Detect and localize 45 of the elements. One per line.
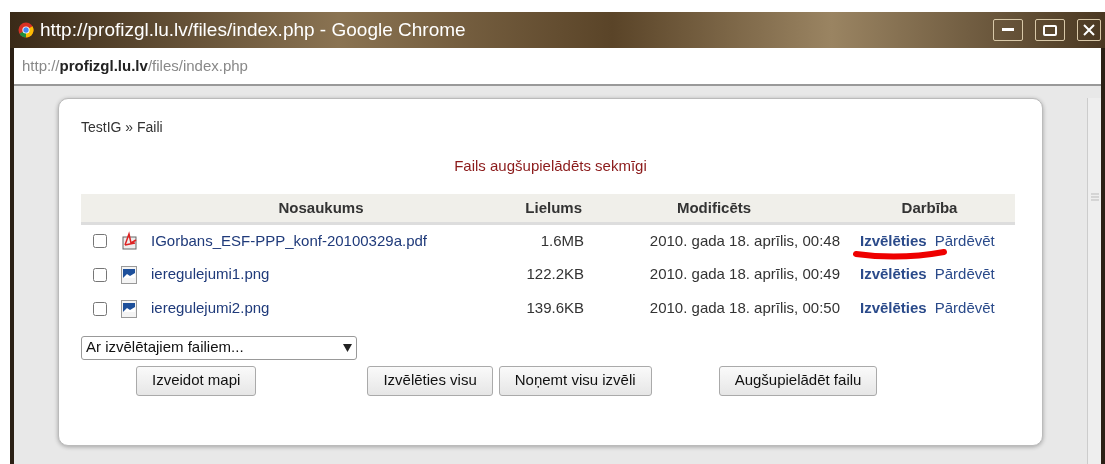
dropdown-arrow-icon bbox=[343, 343, 352, 352]
choose-link[interactable]: Izvēlēties bbox=[860, 230, 927, 253]
maximize-button[interactable] bbox=[1035, 19, 1065, 41]
image-file-icon bbox=[121, 299, 137, 318]
modified-date: 2010. gada 18. aprīlis, 00:50 bbox=[649, 299, 840, 317]
column-header: Nosaukums bbox=[151, 193, 491, 224]
close-icon bbox=[1083, 24, 1095, 36]
file-name-link[interactable]: ieregulejumi1.png bbox=[151, 265, 270, 283]
file-size: 122.2KB bbox=[526, 265, 584, 283]
window-title: http://profizgl.lu.lv/files/index.php - Google Chrome bbox=[40, 17, 466, 42]
column-header: Darbība bbox=[844, 193, 1015, 224]
choose-link[interactable]: Izvēlēties bbox=[860, 297, 927, 320]
minimize-button[interactable] bbox=[993, 19, 1023, 41]
row-checkbox[interactable] bbox=[93, 267, 107, 282]
file-name-link[interactable]: IGorbans_ESF-PPP_konf-20100329a.pdf bbox=[151, 232, 427, 249]
minimize-icon bbox=[1002, 28, 1014, 32]
action-button[interactable]: Izveidot mapi bbox=[136, 365, 257, 396]
row-checkbox[interactable] bbox=[93, 234, 107, 249]
modified-date: 2010. gada 18. aprīlis, 00:48 bbox=[649, 232, 840, 249]
browser-logo-icon bbox=[18, 22, 34, 38]
address-bar[interactable]: http://profizgl.lu.lv/files/index.php bbox=[14, 48, 1101, 86]
rename-link[interactable]: Pārdēvēt bbox=[934, 297, 995, 320]
image-file-icon bbox=[121, 265, 137, 284]
success-message: Fails augšupielādēts sekmīgi bbox=[454, 156, 647, 176]
column-header: Lielums bbox=[491, 193, 584, 224]
maximize-icon bbox=[1043, 24, 1057, 36]
choose-link[interactable]: Izvēlēties bbox=[860, 263, 927, 286]
url-text: http://profizgl.lu.lv/files/index.php bbox=[22, 55, 248, 76]
row-checkbox[interactable] bbox=[93, 301, 107, 316]
modified-date: 2010. gada 18. aprīlis, 00:49 bbox=[649, 265, 840, 283]
file-size: 139.6KB bbox=[526, 299, 584, 317]
file-size: 1.6MB bbox=[540, 232, 584, 249]
rename-link[interactable]: Pārdēvēt bbox=[934, 263, 995, 286]
file-name-link[interactable]: ieregulejumi2.png bbox=[151, 299, 270, 317]
column-header: Modificēts bbox=[584, 193, 844, 224]
scrollbar[interactable] bbox=[1087, 98, 1101, 464]
action-button[interactable]: Augšupielādēt failu bbox=[718, 365, 878, 396]
action-button[interactable]: Noņemt visu izvēli bbox=[498, 365, 652, 396]
action-button[interactable]: Izvēlēties visu bbox=[367, 365, 493, 396]
pdf-file-icon bbox=[121, 231, 139, 252]
rename-link[interactable]: Pārdēvēt bbox=[934, 230, 995, 253]
close-button[interactable] bbox=[1077, 19, 1101, 41]
breadcrumb: TestIG » Faili bbox=[81, 118, 164, 137]
scroll-grip-icon bbox=[1090, 193, 1099, 201]
bulk-action-select[interactable]: Ar izvēlētajiem failiem... bbox=[81, 335, 357, 360]
